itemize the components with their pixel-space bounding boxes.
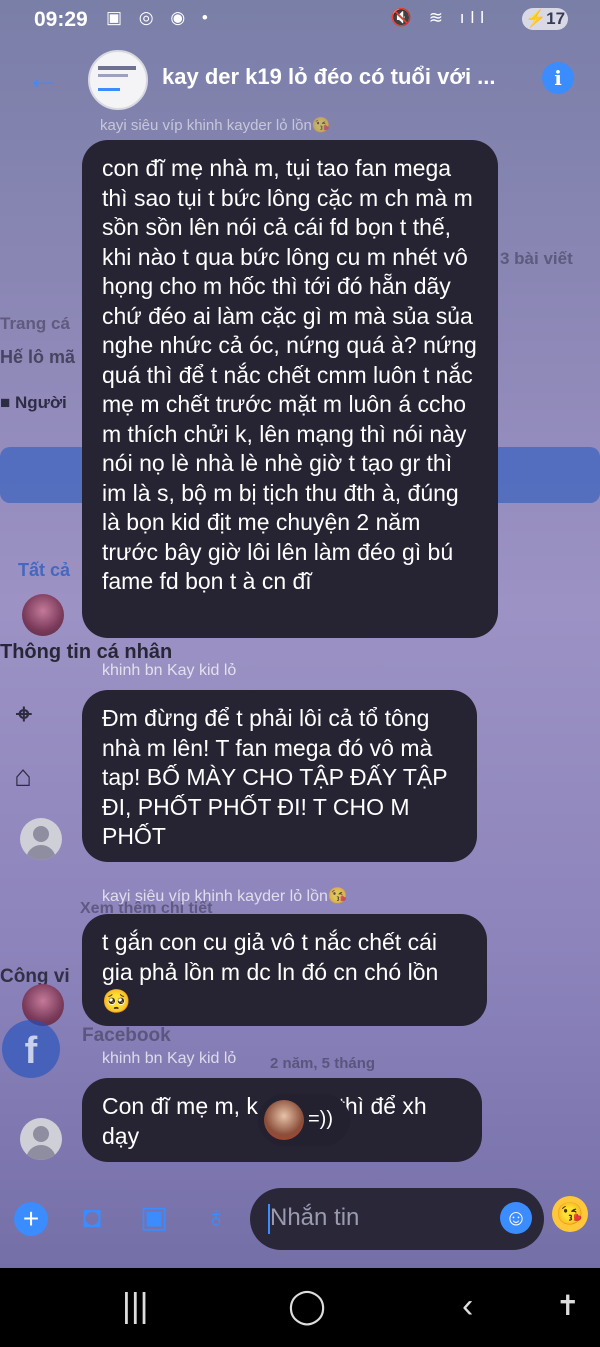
bg-facebook: Facebook (82, 1025, 171, 1046)
sender-avatar[interactable] (20, 818, 62, 860)
back-arrow-icon[interactable]: ← (26, 58, 60, 98)
reaction-avatar (264, 1100, 304, 1140)
bg-nguoi: ■ Người (0, 393, 67, 412)
info-icon[interactable]: i (542, 62, 574, 94)
message-bubble[interactable]: Đm đừng để t phải lôi cả tổ tông nhà m l… (82, 690, 477, 862)
message-bubble[interactable]: con đĩ mẹ nhà m, tụi tao fan mega thì sa… (82, 140, 498, 638)
reaction-text: =)) (308, 1108, 333, 1130)
quick-reaction-kiss-icon[interactable]: 😘 (552, 1196, 588, 1232)
microphone-icon[interactable]: ♁ (198, 1200, 234, 1236)
facebook-icon: f (2, 1020, 60, 1078)
image-icon[interactable]: ▣ (136, 1200, 172, 1236)
status-bar: 09:29 ▣ ◎ ◉ • 🔇 ≋ ıll ⚡17 (0, 0, 600, 38)
system-navigation-bar: ||| ◯ ‹ ✝ (0, 1268, 600, 1347)
notification-icons: ▣ ◎ ◉ • (106, 8, 214, 27)
bg-he-lo: Hế lô mã (0, 347, 76, 367)
message-text: Đm đừng để t phải lôi cả tổ tông nhà m l… (102, 705, 448, 849)
message-text: t gắn con cu giả vô t nắc chết cái gia p… (102, 929, 439, 1014)
camera-icon[interactable]: ◘ (74, 1200, 110, 1236)
recents-icon[interactable]: ||| (122, 1284, 149, 1328)
bg-button-right (480, 447, 600, 503)
message-text: con đĩ mẹ nhà m, tụi tao fan mega thì sa… (102, 155, 477, 594)
system-icons: 🔇 ≋ ıll (390, 8, 490, 27)
message-sender: khinh bn Kay kid lỏ (102, 662, 237, 679)
accessibility-icon[interactable]: ✝ (556, 1284, 579, 1328)
plus-icon[interactable]: + (14, 1202, 48, 1236)
sender-avatar[interactable] (20, 1118, 62, 1160)
home-nav-icon[interactable]: ◯ (288, 1284, 326, 1328)
chat-title[interactable]: kay der k19 lỏ đéo có tuổi với ... (162, 64, 496, 90)
bg-button-left (0, 447, 90, 503)
chat-header: ← kay der k19 lỏ đéo có tuổi với ... i (0, 38, 600, 122)
message-sender: kayi siêu víp khinh kayder lỏ lồn😘 (102, 888, 348, 905)
emoji-icon[interactable]: ☺ (500, 1202, 532, 1234)
bg-thong-tin: Thông tin cá nhân (0, 641, 173, 663)
message-composer: + ◘ ▣ ♁ Nhắn tin ☺ (0, 1180, 600, 1260)
message-input[interactable]: Nhắn tin ☺ (250, 1188, 544, 1250)
bg-trang-ca: Trang cá (0, 314, 70, 333)
back-nav-icon[interactable]: ‹ (462, 1284, 473, 1328)
battery-indicator: ⚡17 (522, 8, 568, 30)
bg-tat-ca: Tất cả (18, 560, 71, 580)
location-icon: ⌖ (16, 698, 32, 729)
home-icon: ⌂ (14, 760, 33, 793)
message-bubble[interactable]: t gắn con cu giả vô t nắc chết cái gia p… (82, 914, 487, 1026)
top-sender-label: kayi siêu víp khinh kayder lỏ lồn😘 (100, 117, 331, 134)
bg-profile-avatar (22, 594, 64, 636)
bg-duration: 2 năm, 5 tháng (270, 1055, 376, 1072)
status-time: 09:29 (34, 8, 88, 31)
bg-posts-count: 3 bài viết (500, 249, 573, 268)
reaction-popup[interactable]: =)) (258, 1094, 350, 1146)
contact-avatar[interactable] (88, 50, 148, 110)
message-sender: khinh bn Kay kid lỏ (102, 1050, 237, 1067)
message-input-placeholder: Nhắn tin (270, 1204, 360, 1231)
